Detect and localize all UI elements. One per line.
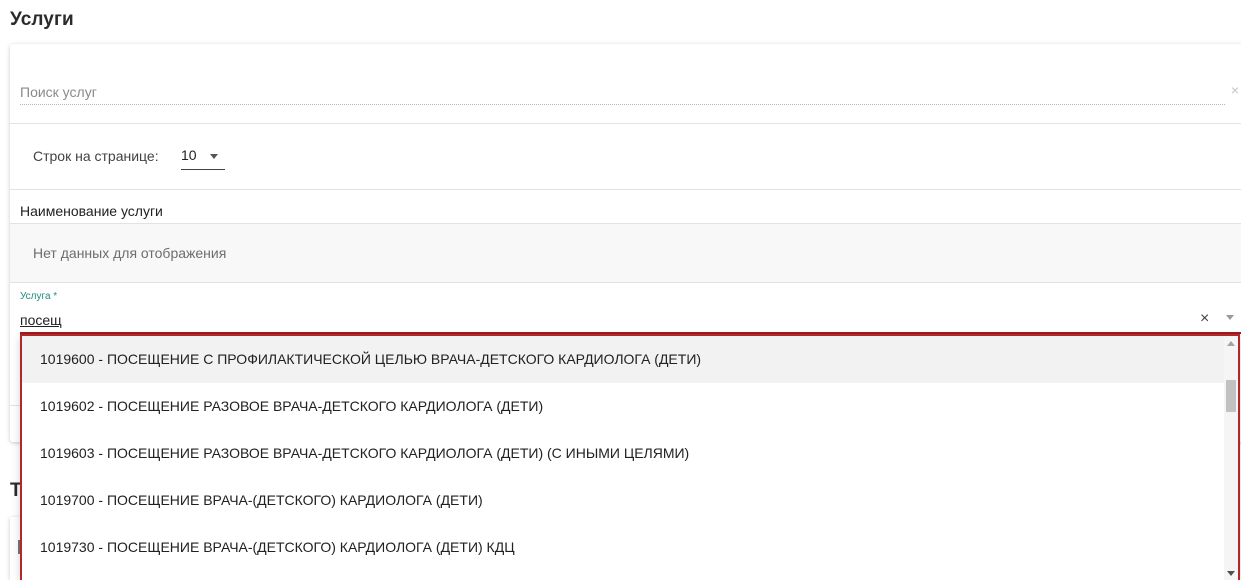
search-row: × [10,44,1241,124]
empty-state-text: Нет данных для отображения [33,245,227,261]
search-input[interactable] [20,80,1225,105]
dropdown-scrollbar[interactable] [1224,336,1238,580]
dropdown-option[interactable]: 1019602 - ПОСЕЩЕНИЕ РАЗОВОЕ ВРАЧА-ДЕТСКО… [22,383,1224,430]
page: Услуги × Строк на странице: 10 Наименова… [0,0,1241,580]
rows-per-page-select[interactable]: 10 [181,145,225,170]
service-dropdown-list: 1019600 - ПОСЕЩЕНИЕ С ПРОФИЛАКТИЧЕСКОЙ Ц… [22,336,1224,571]
rows-per-page-value: 10 [181,147,197,163]
service-dropdown: 1019600 - ПОСЕЩЕНИЕ С ПРОФИЛАКТИЧЕСКОЙ Ц… [20,334,1240,580]
card-divider [10,405,20,406]
dropdown-option[interactable]: 1019600 - ПОСЕЩЕНИЕ С ПРОФИЛАКТИЧЕСКОЙ Ц… [22,336,1224,383]
column-header-service-name[interactable]: Наименование услуги [20,203,163,219]
rows-per-page-row: Строк на странице: 10 [10,124,1241,190]
scroll-up-arrow-icon[interactable] [1227,341,1235,346]
table-empty-row: Нет данных для отображения [10,224,1241,283]
dropdown-option[interactable]: 1019700 - ПОСЕЩЕНИЕ ВРАЧА-(ДЕТСКОГО) КАР… [22,477,1224,524]
service-field-label: Услуга * [20,291,58,302]
scroll-down-arrow-icon[interactable] [1227,571,1235,576]
service-input[interactable] [20,309,1190,331]
chevron-down-icon [210,154,218,159]
scrollbar-thumb[interactable] [1226,380,1236,412]
service-dropdown-chevron-icon[interactable] [1226,315,1234,320]
rows-per-page-label: Строк на странице: [33,148,159,164]
search-clear-icon[interactable]: × [1231,82,1239,98]
dropdown-option[interactable]: 1019730 - ПОСЕЩЕНИЕ ВРАЧА-(ДЕТСКОГО) КАР… [22,524,1224,571]
table-header: Наименование услуги [10,190,1241,224]
section-title: Услуги [10,9,74,30]
service-clear-icon[interactable]: × [1200,310,1209,328]
dropdown-option[interactable]: 1019603 - ПОСЕЩЕНИЕ РАЗОВОЕ ВРАЧА-ДЕТСКО… [22,430,1224,477]
service-field: Услуга * × [20,288,1241,334]
